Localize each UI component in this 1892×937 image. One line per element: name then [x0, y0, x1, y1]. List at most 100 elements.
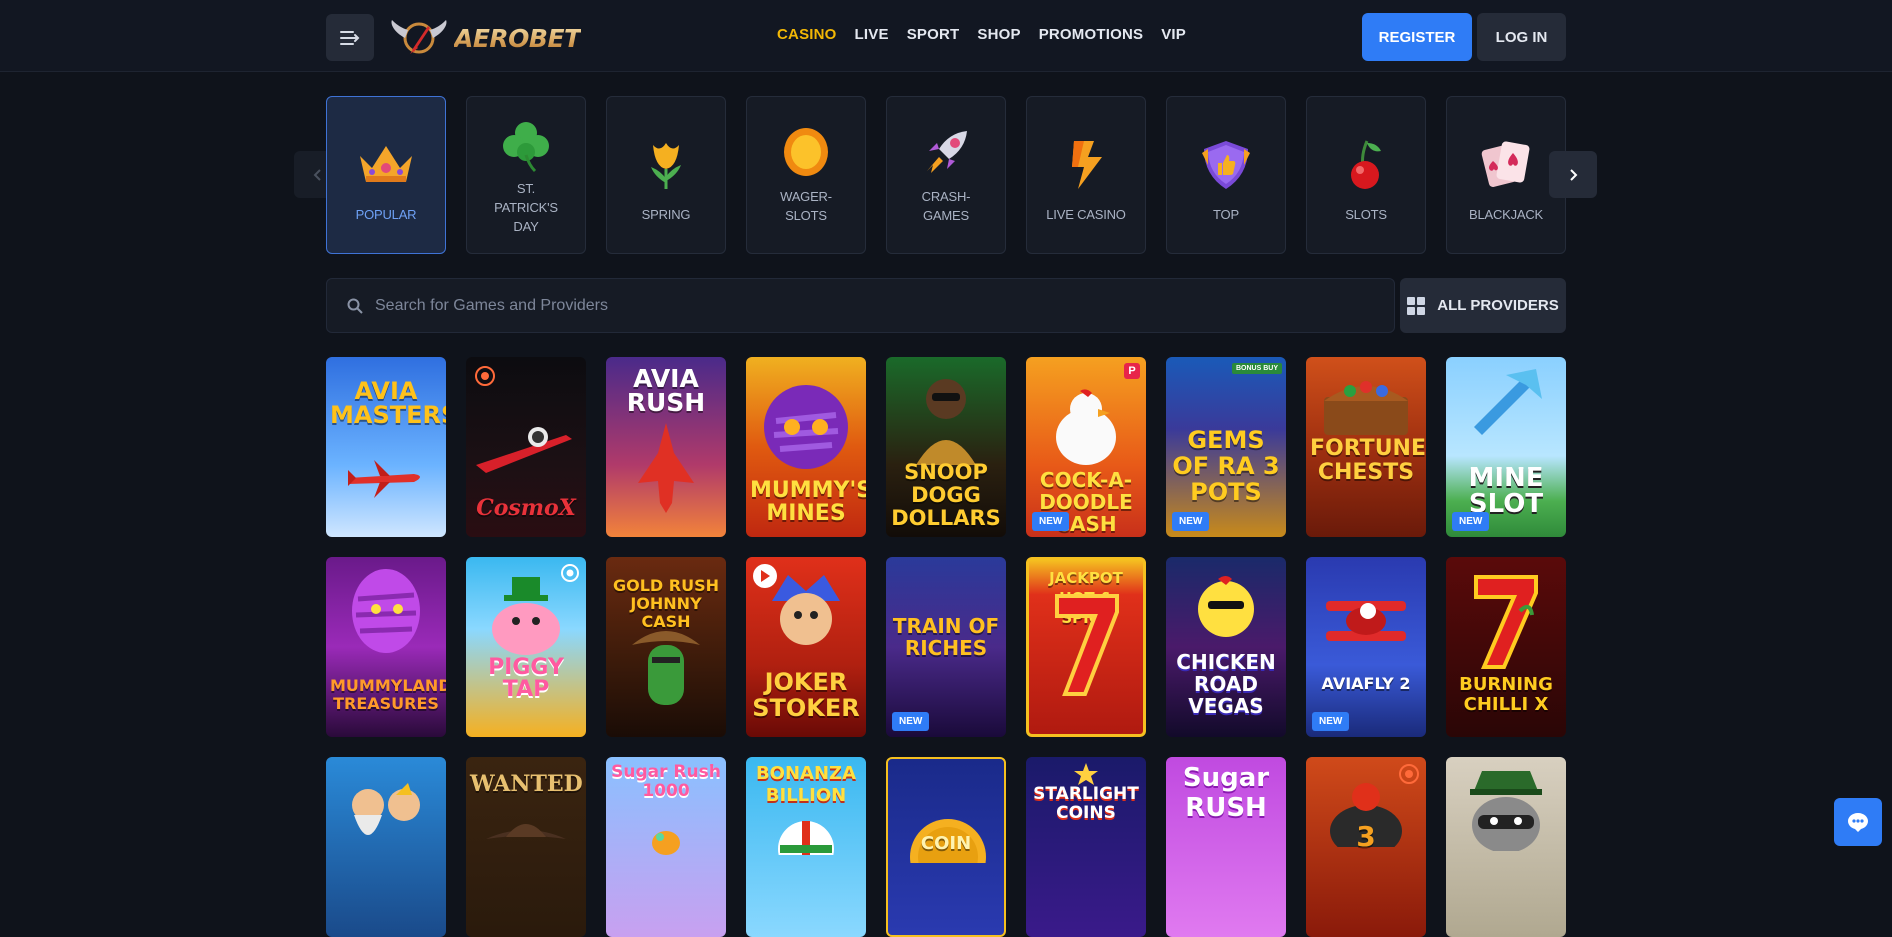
game-title: JOKER STOKER: [752, 668, 860, 722]
category-label: CRASH- GAMES: [921, 189, 971, 223]
game-tile[interactable]: [326, 757, 446, 937]
category-st-patricks-day[interactable]: ST. PATRICK'S DAY: [466, 96, 586, 254]
thumbs-up-shield-icon: [1196, 137, 1256, 191]
game-tile[interactable]: MINE SLOT NEW: [1446, 357, 1566, 537]
register-button[interactable]: REGISTER: [1362, 13, 1472, 61]
wings-logo-icon: [391, 20, 447, 54]
coin-icon: [776, 125, 836, 179]
star-icon: [1074, 763, 1098, 785]
category-label: LIVE CASINO: [1046, 207, 1126, 222]
game-tile[interactable]: GOLD RUSH JOHNNY CASH: [606, 557, 726, 737]
game-tile[interactable]: Sugar RUSH: [1166, 757, 1286, 937]
pickaxe-icon: [1474, 369, 1542, 435]
carousel-next-button[interactable]: [1549, 151, 1597, 198]
chevron-left-icon: [313, 168, 321, 181]
game-tile[interactable]: PIGGY TAP: [466, 557, 586, 737]
game-tile[interactable]: AVIA RUSH: [606, 357, 726, 537]
target-icon: [475, 366, 495, 386]
game-tile[interactable]: MUMMY'S MINES: [746, 357, 866, 537]
playing-cards-icon: [1476, 137, 1536, 191]
support-chat-button[interactable]: [1834, 798, 1882, 846]
game-tile[interactable]: FORTUNE CHESTS: [1306, 357, 1426, 537]
game-tile[interactable]: TRAIN OF RICHES NEW: [886, 557, 1006, 737]
game-tile[interactable]: SNOOP DOGG DOLLARS: [886, 357, 1006, 537]
candy-icon: [652, 831, 680, 855]
category-live-casino[interactable]: LIVE CASINO: [1026, 96, 1146, 254]
nav-live[interactable]: LIVE: [855, 26, 889, 43]
game-tile[interactable]: 3: [1306, 757, 1426, 937]
nav-vip[interactable]: VIP: [1161, 26, 1186, 43]
category-wager-slots[interactable]: WAGER- SLOTS: [746, 96, 866, 254]
game-tile[interactable]: COIN: [886, 757, 1006, 937]
lightning-icon: [1056, 137, 1116, 191]
cherry-icon: [1336, 137, 1396, 191]
chat-icon: [1848, 813, 1868, 832]
all-providers-label: ALL PROVIDERS: [1437, 297, 1559, 314]
brand-logo[interactable]: AEROBET: [388, 14, 581, 62]
beach-ball-icon: [778, 821, 834, 855]
menu-icon: [340, 30, 360, 45]
game-tile[interactable]: BURNING CHILLI X: [1446, 557, 1566, 737]
game-title: WANTED: [470, 771, 583, 797]
game-tile[interactable]: AVIAFLY 2 NEW: [1306, 557, 1426, 737]
game-title: BONANZA BILLION: [755, 763, 857, 806]
category-popular[interactable]: POPULAR: [326, 96, 446, 254]
crown-icon: [356, 137, 416, 191]
lucky-seven-icon: [1055, 594, 1119, 696]
category-label: SLOTS: [1345, 207, 1387, 222]
nav-shop[interactable]: SHOP: [977, 26, 1020, 43]
search-input[interactable]: [375, 296, 1275, 315]
game-title: AVIAFLY 2: [1321, 674, 1411, 693]
biplane-icon: [1326, 601, 1406, 641]
category-label: BLACKJACK: [1468, 207, 1544, 222]
game-tile[interactable]: Sugar Rush 1000: [606, 757, 726, 937]
game-title: MUMMYLAND TREASURES: [330, 676, 446, 713]
game-tile[interactable]: P COCK-A-DOODLE CASH NEW: [1026, 357, 1146, 537]
bonus-buy-badge: BONUS BUY: [1231, 363, 1282, 374]
lucky-seven-icon: [1474, 575, 1538, 669]
game-tile[interactable]: STARLIGHT COINS: [1026, 757, 1146, 937]
nav-sport[interactable]: SPORT: [907, 26, 960, 43]
chicken-icon: [1056, 389, 1116, 465]
rocket-ship-icon: [476, 427, 572, 473]
category-spring[interactable]: SPRING: [606, 96, 726, 254]
chicken-icon: [1198, 576, 1254, 637]
new-badge: NEW: [1452, 512, 1490, 531]
game-title: 3: [1356, 820, 1376, 853]
top-header: AEROBET CASINO LIVE SPORT SHOP PROMOTION…: [0, 0, 1892, 72]
game-title: AVIA RUSH: [626, 364, 706, 417]
search-bar[interactable]: [326, 278, 1395, 333]
game-tile[interactable]: BONANZA BILLION: [746, 757, 866, 937]
game-tile[interactable]: [1446, 757, 1566, 937]
category-top[interactable]: TOP: [1166, 96, 1286, 254]
game-title: CosmoX: [476, 495, 576, 521]
game-title: AVIA MASTERS: [330, 377, 446, 429]
tulip-icon: [636, 137, 696, 191]
game-tile[interactable]: BONUS BUY GEMS OF RA 3 POTS NEW: [1166, 357, 1286, 537]
game-title: COIN: [920, 833, 972, 854]
provider-badge: P: [1124, 363, 1140, 379]
game-tile[interactable]: JOKER STOKER: [746, 557, 866, 737]
game-title: TRAIN OF RICHES: [892, 614, 1000, 660]
game-title: FORTUNE CHESTS: [1310, 436, 1426, 485]
nav-casino[interactable]: CASINO: [777, 26, 837, 43]
category-blackjack[interactable]: BLACKJACK: [1446, 96, 1566, 254]
category-crash-games[interactable]: CRASH- GAMES: [886, 96, 1006, 254]
game-tile[interactable]: JACKPOT HOT & SPICY: [1026, 557, 1146, 737]
game-title: STARLIGHT COINS: [1033, 784, 1139, 823]
game-title: Sugar RUSH: [1182, 763, 1270, 823]
login-button[interactable]: LOG IN: [1477, 13, 1566, 61]
game-tile[interactable]: CosmoX: [466, 357, 586, 537]
game-tile[interactable]: WANTED: [466, 757, 586, 937]
game-tile[interactable]: AVIA MASTERS: [326, 357, 446, 537]
category-label: ST. PATRICK'S DAY: [494, 181, 558, 234]
menu-toggle-button[interactable]: [326, 14, 374, 61]
category-slots[interactable]: SLOTS: [1306, 96, 1426, 254]
new-badge: NEW: [1032, 512, 1070, 531]
nav-promotions[interactable]: PROMOTIONS: [1039, 26, 1144, 43]
all-providers-button[interactable]: ALL PROVIDERS: [1400, 278, 1566, 333]
category-label: POPULAR: [355, 207, 417, 222]
main-nav: CASINO LIVE SPORT SHOP PROMOTIONS VIP: [777, 26, 1186, 43]
game-tile[interactable]: CHICKEN ROAD VEGAS: [1166, 557, 1286, 737]
game-tile[interactable]: MUMMYLAND TREASURES: [326, 557, 446, 737]
